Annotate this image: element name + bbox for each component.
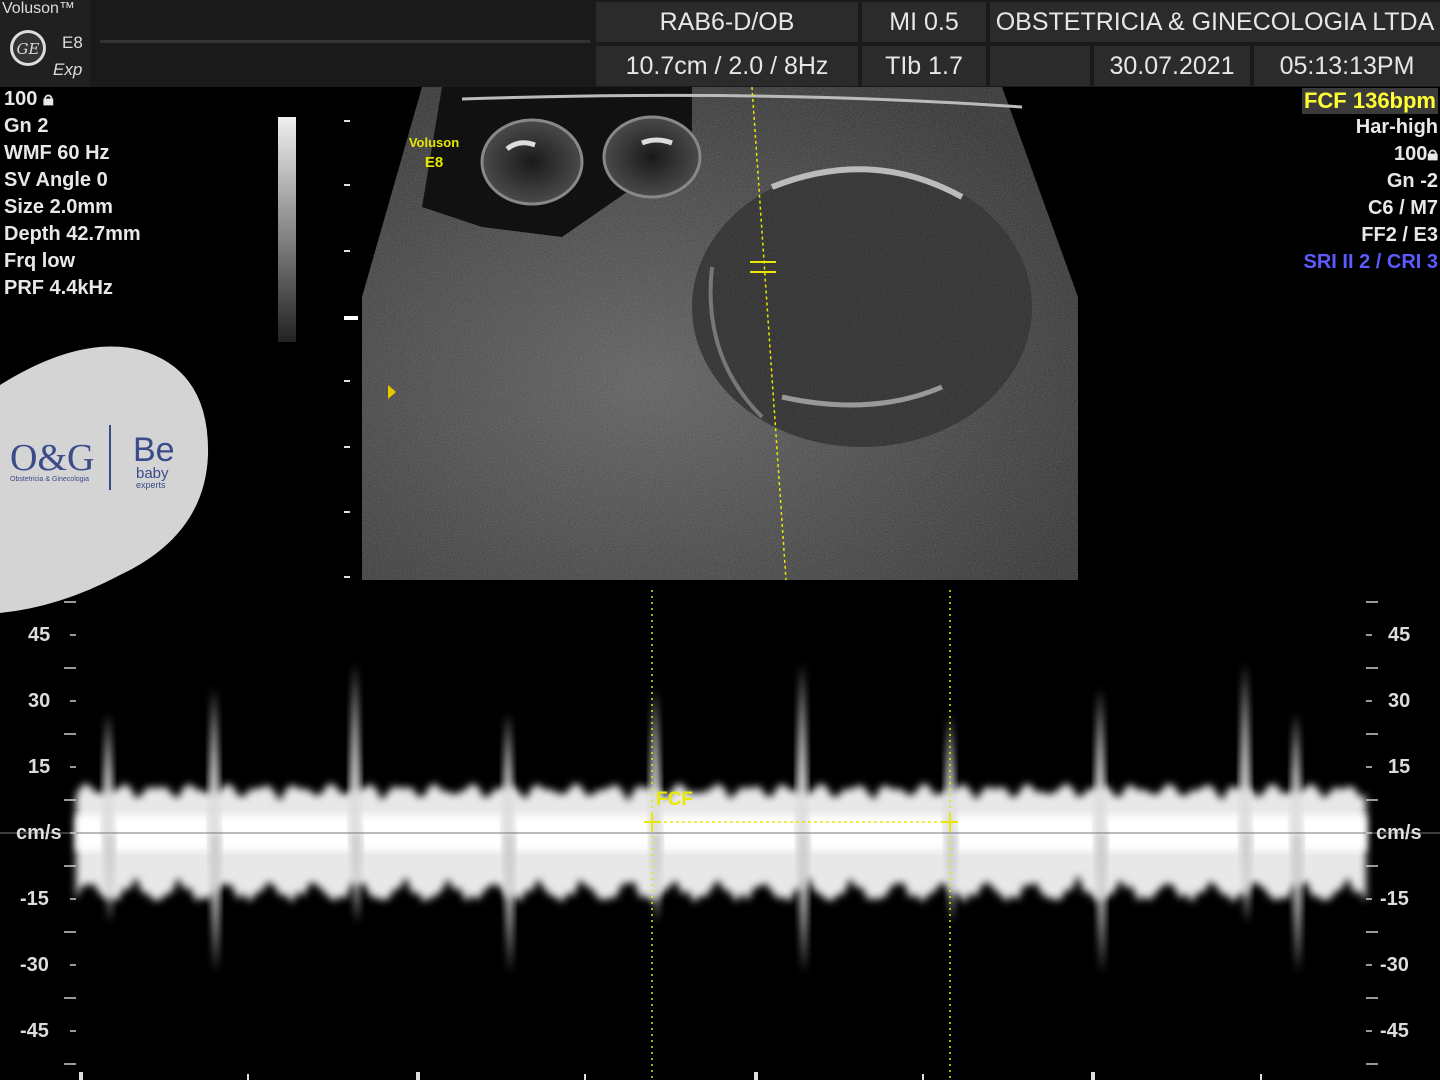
systolic-peak <box>1238 663 1252 833</box>
lock-icon: 🔒︎ <box>42 88 54 110</box>
scale-left-neg30: -30 <box>20 954 49 976</box>
diastolic-trough <box>1094 833 1108 973</box>
lock-icon: 🔒︎ <box>1427 143 1438 165</box>
unit-left: cm/s <box>16 822 62 844</box>
param-depth: Depth 42.7mm <box>4 223 141 245</box>
spectrum-waveform <box>76 663 1366 973</box>
systolic-peak <box>348 663 362 833</box>
exam-time: 05:13:13PM <box>1254 46 1440 86</box>
logo-subtitle: Obstetricia & Ginecologia <box>10 476 89 483</box>
header-bar: Voluson™ GE E8 Exp RAB6-D/OB MI 0.5 OBST… <box>0 0 1440 87</box>
grayscale-bar <box>278 117 296 342</box>
param-sri-cri: SRI II 2 / CRI 3 <box>1303 251 1438 273</box>
scale-right-neg45: -45 <box>1380 1020 1409 1042</box>
fcf-heart-rate: FCF 136bpm <box>1301 88 1438 114</box>
svg-text:GE: GE <box>17 40 40 58</box>
scale-left-45: 45 <box>28 624 51 646</box>
param-harmonic: Har-high <box>1355 116 1438 138</box>
systolic-peak <box>648 688 662 833</box>
depth-frequency: 10.7cm / 2.0 / 8Hz <box>596 46 858 86</box>
logo-brand2: Be <box>133 431 175 469</box>
systolic-peak <box>101 713 115 833</box>
ultrasound-bmode-image: Voluson E8 <box>362 87 1078 580</box>
diastolic-trough <box>208 833 222 973</box>
systolic-peak <box>501 713 515 833</box>
param-power-right: 100🔒︎ <box>1394 143 1438 166</box>
depth-scale <box>344 120 358 578</box>
param-prf: PRF 4.4kHz <box>4 277 113 299</box>
diastolic-trough <box>796 833 810 973</box>
brand-panel: Voluson™ GE E8 Exp <box>0 0 90 87</box>
scale-right-neg15: -15 <box>1380 888 1409 910</box>
header-blank-cell <box>990 46 1090 86</box>
scale-right-30: 30 <box>1388 690 1411 712</box>
scale-left-15: 15 <box>28 756 51 778</box>
tib-value: TIb 1.7 <box>862 46 986 86</box>
brand-edition: Exp <box>53 60 83 79</box>
param-sv-angle: SV Angle 0 <box>4 169 108 191</box>
header-divider <box>100 40 590 43</box>
clinic-logo: O&G Obstetricia & Ginecologia Be baby ex… <box>0 346 209 613</box>
time-axis <box>79 1072 1262 1080</box>
scale-right-15: 15 <box>1388 756 1411 778</box>
probe-label[interactable]: RAB6-D/OB <box>596 2 858 42</box>
param-power-value: 100 <box>4 88 38 110</box>
logo-brand: O&G <box>10 437 94 479</box>
diastolic-trough <box>502 833 516 973</box>
scale-right-neg30: -30 <box>1380 954 1409 976</box>
param-power-right-value: 100 <box>1393 143 1428 165</box>
logo-experts: experts <box>136 480 166 490</box>
doppler-spectrum: FCF <box>0 590 1440 1080</box>
exam-date: 30.07.2021 <box>1094 46 1250 86</box>
scale-left-neg15: -15 <box>20 888 49 910</box>
diastolic-trough <box>1290 833 1304 973</box>
scan-label-line2: E8 <box>425 154 443 171</box>
param-gain: Gn 2 <box>4 115 49 137</box>
clinic-name: OBSTETRICIA & GINECOLOGIA LTDA <box>990 2 1440 42</box>
systolic-peak <box>1093 688 1107 833</box>
param-ff-e: FF2 / E3 <box>1361 224 1438 246</box>
param-frequency: Frq low <box>4 250 76 272</box>
param-power: 100 🔒︎ <box>4 88 54 111</box>
systolic-peak <box>795 663 809 833</box>
scale-right-45: 45 <box>1388 624 1411 646</box>
fcf-measure-label: FCF <box>656 789 693 810</box>
scale-left-neg45: -45 <box>20 1020 49 1042</box>
brand-model: E8 <box>62 33 83 52</box>
scan-label-line1: Voluson <box>409 135 459 150</box>
brand-name: Voluson™ <box>2 0 75 17</box>
ge-logo-icon: GE <box>10 30 46 66</box>
param-c-m: C6 / M7 <box>1367 197 1438 219</box>
unit-right: cm/s <box>1376 822 1422 844</box>
systolic-peak <box>1289 713 1303 833</box>
mi-value: MI 0.5 <box>862 2 986 42</box>
param-gain-right: Gn -2 <box>1386 170 1438 192</box>
param-size: Size 2.0mm <box>4 196 113 218</box>
param-wmf: WMF 60 Hz <box>4 142 110 164</box>
scale-left-30: 30 <box>28 690 51 712</box>
systolic-peak <box>207 688 221 833</box>
